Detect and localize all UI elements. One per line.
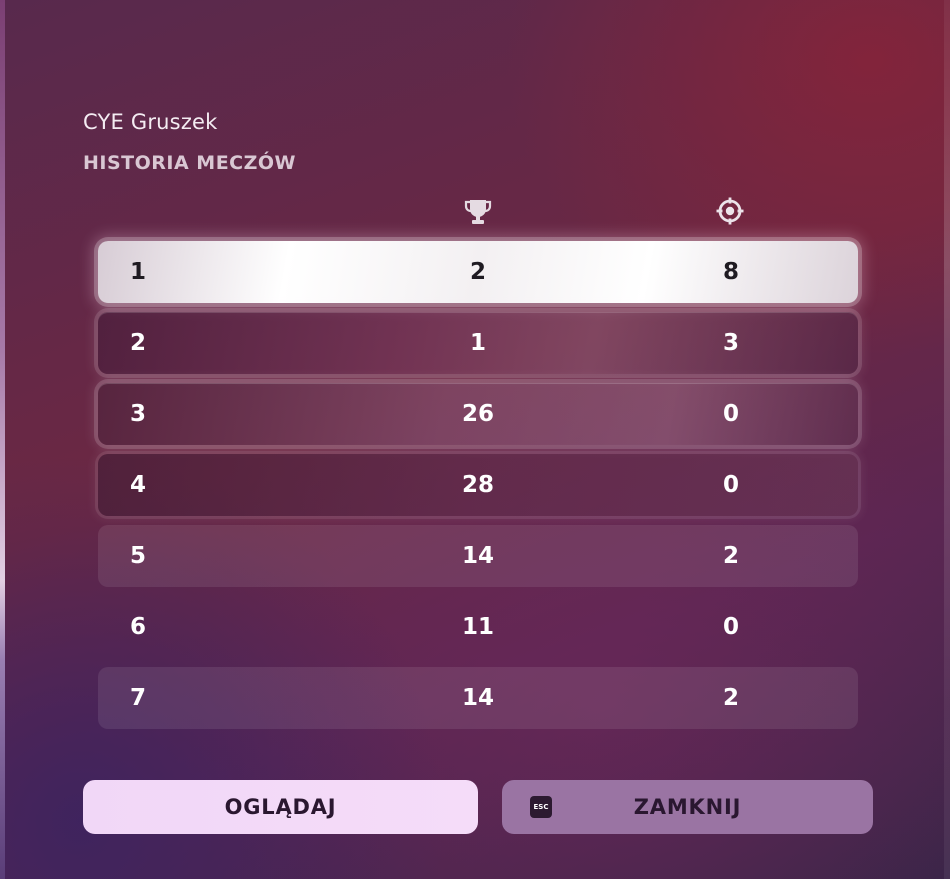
close-button[interactable]: ESC ZAMKNIJ bbox=[502, 780, 873, 834]
match-placement: 14 bbox=[461, 685, 495, 711]
match-row[interactable]: 5 14 2 bbox=[98, 525, 858, 587]
match-kills: 0 bbox=[722, 472, 740, 498]
match-number: 3 bbox=[130, 401, 147, 427]
close-button-label: ZAMKNIJ bbox=[633, 795, 742, 819]
match-kills: 3 bbox=[722, 330, 740, 356]
match-kills: 8 bbox=[722, 259, 740, 285]
match-row[interactable]: 6 11 0 bbox=[98, 596, 858, 658]
match-number: 5 bbox=[130, 543, 147, 569]
match-placement: 14 bbox=[461, 543, 495, 569]
watch-button[interactable]: OGLĄDAJ bbox=[83, 780, 478, 834]
match-number: 6 bbox=[130, 614, 147, 640]
match-placement: 11 bbox=[461, 614, 495, 640]
match-kills: 2 bbox=[722, 543, 740, 569]
match-row[interactable]: 7 14 2 bbox=[98, 667, 858, 729]
match-number: 7 bbox=[130, 685, 147, 711]
match-placement: 26 bbox=[461, 401, 495, 427]
trophy-icon bbox=[463, 197, 493, 225]
match-number: 2 bbox=[130, 330, 147, 356]
match-kills: 0 bbox=[722, 401, 740, 427]
match-row[interactable]: 4 28 0 bbox=[98, 454, 858, 516]
match-kills: 2 bbox=[722, 685, 740, 711]
match-row[interactable]: 2 1 3 bbox=[98, 312, 858, 374]
section-title: HISTORIA MECZÓW bbox=[83, 152, 297, 174]
crosshair-icon bbox=[715, 197, 745, 225]
match-kills: 0 bbox=[722, 614, 740, 640]
match-placement: 28 bbox=[461, 472, 495, 498]
match-number: 4 bbox=[130, 472, 147, 498]
right-edge-glow bbox=[944, 0, 950, 879]
match-placement: 2 bbox=[469, 259, 487, 285]
match-number: 1 bbox=[130, 259, 147, 285]
match-placement: 1 bbox=[469, 330, 487, 356]
watch-button-label: OGLĄDAJ bbox=[224, 795, 337, 819]
esc-key-icon: ESC bbox=[530, 796, 552, 818]
match-history-list: 1 2 8 2 1 3 3 26 0 4 28 0 5 14 2 6 11 0 … bbox=[98, 241, 858, 738]
match-row[interactable]: 1 2 8 bbox=[98, 241, 858, 303]
player-name: CYE Gruszek bbox=[83, 110, 218, 134]
left-edge-glow bbox=[0, 0, 5, 879]
match-row[interactable]: 3 26 0 bbox=[98, 383, 858, 445]
